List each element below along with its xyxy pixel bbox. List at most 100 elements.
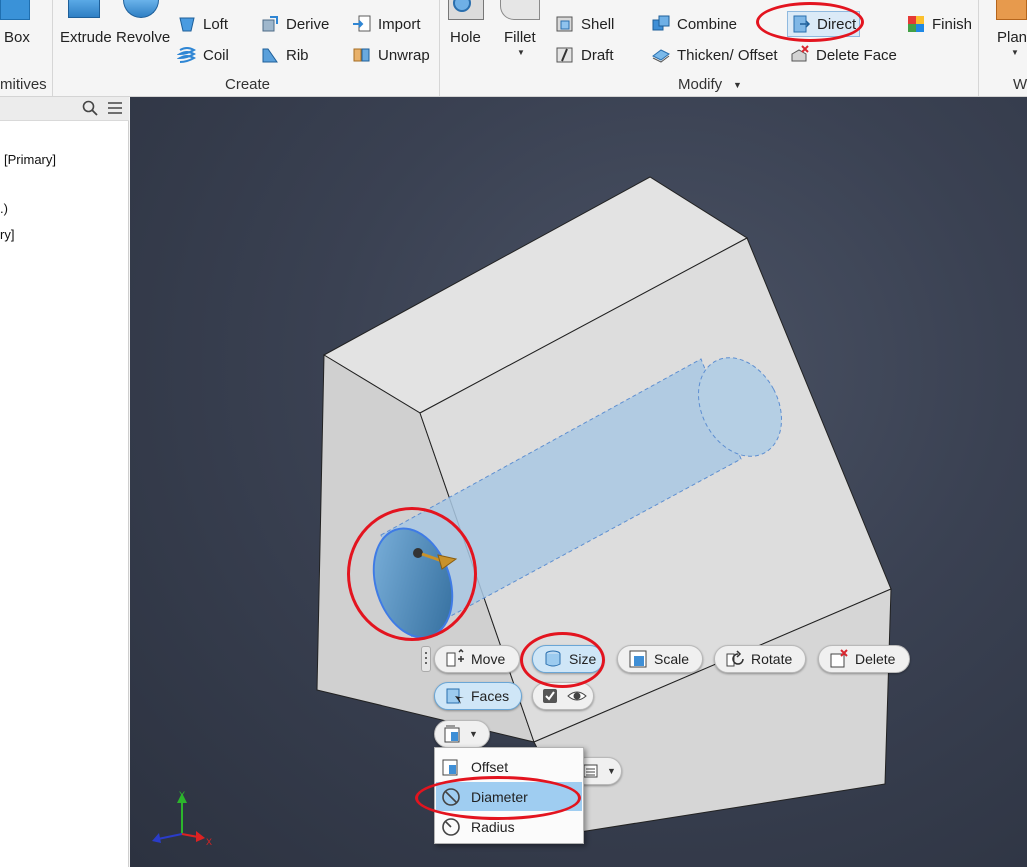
menu-icon[interactable] <box>107 101 123 119</box>
hole-button[interactable]: Hole <box>446 0 488 50</box>
loft-icon <box>177 14 197 34</box>
fillet-icon <box>500 0 540 20</box>
ribbon-separator <box>439 0 440 96</box>
thicken-icon <box>651 45 671 65</box>
mini-toolbar-grip[interactable] <box>421 646 431 672</box>
rib-button[interactable]: Rib <box>260 42 309 68</box>
tree-item[interactable]: ry] <box>0 227 14 242</box>
delete-button[interactable]: Delete <box>818 645 910 673</box>
rotate-button[interactable]: Rotate <box>714 645 806 673</box>
menu-item-label: Offset <box>471 758 509 775</box>
svg-text:X: X <box>206 837 212 847</box>
menu-item-label: Radius <box>471 818 515 835</box>
import-icon <box>352 14 372 34</box>
rib-icon <box>260 45 280 65</box>
scale-icon <box>628 649 648 669</box>
scale-label: Scale <box>654 651 690 667</box>
modify-dropdown-arrow[interactable]: ▼ <box>733 80 742 90</box>
hole-label: Hole <box>450 29 481 46</box>
ribbon-separator <box>978 0 979 96</box>
hole-icon <box>448 0 484 20</box>
import-button[interactable]: Import <box>352 11 421 37</box>
menu-item-diameter[interactable]: Diameter <box>436 782 582 811</box>
revolve-icon <box>123 0 159 18</box>
unwrap-icon <box>352 45 372 65</box>
extrude-icon <box>68 0 100 18</box>
derive-button[interactable]: Derive <box>260 11 329 37</box>
revolve-button[interactable]: Revolve <box>115 0 171 50</box>
work-features-group-label: W <box>1013 76 1027 93</box>
offset-type-icon <box>443 724 463 744</box>
tree-item[interactable]: [Primary] <box>4 152 56 167</box>
model-browser: [Primary] .) ry] <box>0 97 129 867</box>
thicken-label: Thicken/ Offset <box>677 46 778 64</box>
size-button[interactable]: Size <box>532 645 604 673</box>
modify-group-label[interactable]: Modify <box>678 76 722 93</box>
plane-button[interactable]: Plane ▼ <box>994 0 1027 62</box>
radius-icon <box>441 817 461 837</box>
fillet-button[interactable]: Fillet ▼ <box>500 0 542 62</box>
draft-button[interactable]: Draft <box>555 42 614 68</box>
diameter-icon <box>441 787 461 807</box>
extrude-label: Extrude <box>60 29 112 46</box>
faces-button[interactable]: Faces <box>434 682 522 710</box>
shell-button[interactable]: Shell <box>555 11 614 37</box>
size-type-menu: Offset Diameter Radius <box>434 747 584 844</box>
combine-button[interactable]: Combine <box>651 11 737 37</box>
menu-item-offset[interactable]: Offset <box>436 752 582 781</box>
rotate-label: Rotate <box>751 651 793 667</box>
box-label: Box <box>4 29 30 46</box>
coil-icon <box>176 45 197 65</box>
unwrap-label: Unwrap <box>378 46 430 64</box>
plane-dropdown-arrow[interactable]: ▼ <box>1011 48 1019 57</box>
import-label: Import <box>378 15 421 33</box>
delete-face-label: Delete Face <box>816 46 897 64</box>
offset-icon <box>441 757 461 777</box>
loft-button[interactable]: Loft <box>177 11 228 37</box>
direct-button[interactable]: Direct <box>787 11 861 37</box>
delete-icon <box>829 649 849 669</box>
primitives-group-label: mitives <box>0 76 47 93</box>
size-type-dropdown[interactable]: ▼ <box>434 720 490 748</box>
extrude-button[interactable]: Extrude <box>58 0 112 50</box>
fillet-label: Fillet <box>504 29 536 46</box>
revolve-label: Revolve <box>116 29 171 46</box>
combine-icon <box>651 14 671 34</box>
search-icon[interactable] <box>82 100 98 120</box>
direct-edit-icon <box>791 14 811 34</box>
rib-label: Rib <box>286 46 309 64</box>
draft-label: Draft <box>581 46 614 64</box>
shell-label: Shell <box>581 15 615 33</box>
browser-header <box>0 97 129 121</box>
eye-icon <box>567 686 587 706</box>
finish-label: Finish <box>932 15 973 33</box>
shell-icon <box>555 14 575 34</box>
move-button[interactable]: Move <box>434 645 520 673</box>
fillet-dropdown-arrow[interactable]: ▼ <box>517 48 525 57</box>
box-button[interactable]: Box <box>0 0 36 50</box>
direct-label: Direct <box>817 15 857 33</box>
tree-item[interactable]: .) <box>0 201 8 216</box>
checkbox-icon <box>541 686 561 706</box>
coil-button[interactable]: Coil <box>176 42 229 68</box>
thicken-offset-button[interactable]: Thicken/ Offset <box>651 42 778 68</box>
menu-item-label: Diameter <box>471 788 528 805</box>
ribbon-separator <box>52 0 53 96</box>
unwrap-button[interactable]: Unwrap <box>352 42 430 68</box>
view-triad: Y X <box>152 790 212 847</box>
faces-icon <box>445 686 465 706</box>
box-icon <box>0 0 30 20</box>
ribbon: Box mitives Extrude Revolve Loft Coil De… <box>0 0 1027 97</box>
finish-button[interactable]: Finish <box>906 11 972 37</box>
size-icon <box>543 649 563 669</box>
visibility-toggle[interactable] <box>532 682 594 710</box>
delete-face-button[interactable]: Delete Face <box>790 42 897 68</box>
loft-label: Loft <box>203 15 229 33</box>
plane-label: Plane <box>997 29 1027 46</box>
menu-item-radius[interactable]: Radius <box>436 812 582 841</box>
scale-button[interactable]: Scale <box>617 645 703 673</box>
create-group-label: Create <box>225 76 271 93</box>
faces-label: Faces <box>471 688 510 704</box>
draft-icon <box>555 45 575 65</box>
delete-face-icon <box>790 45 810 65</box>
